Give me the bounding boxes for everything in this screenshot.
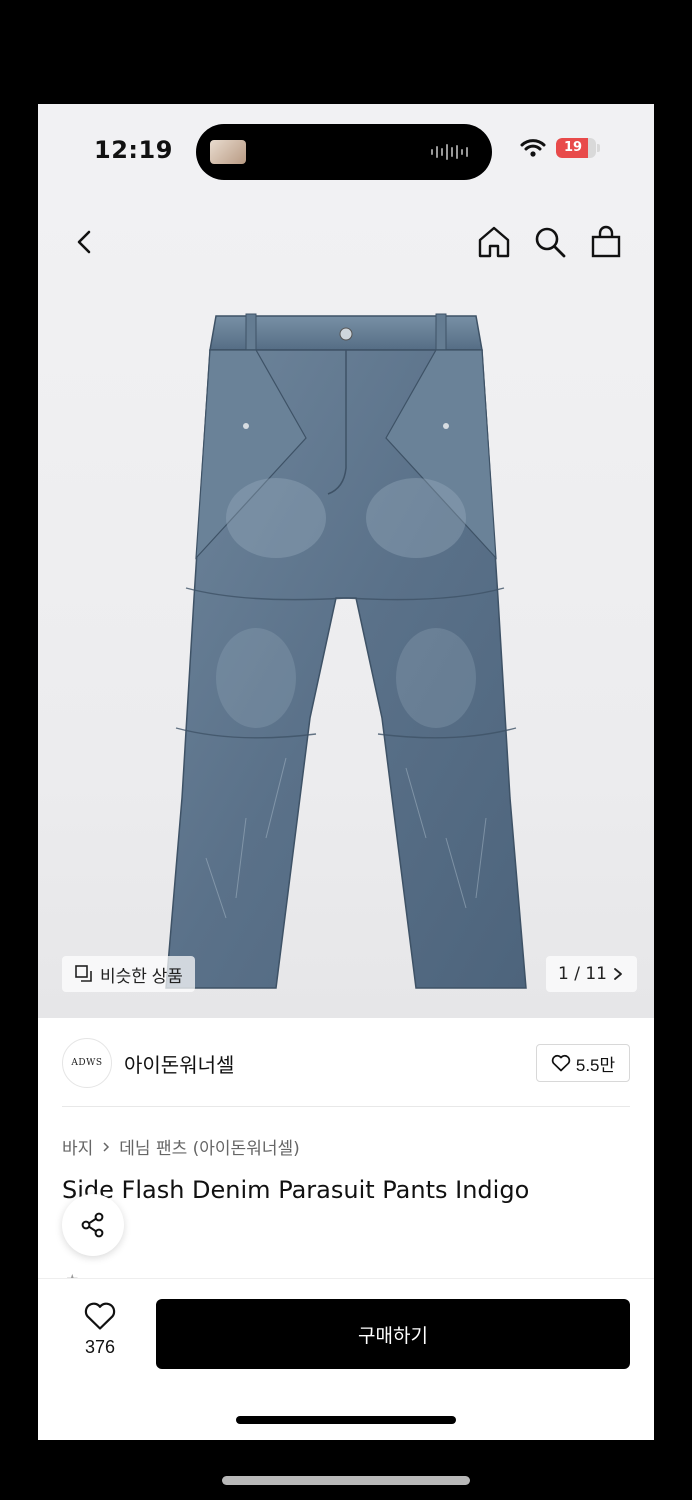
chevron-right-icon: [614, 968, 622, 980]
brand-favorite-button[interactable]: 5.5만: [536, 1044, 630, 1082]
audio-waveform-icon: [431, 144, 468, 160]
product-photo: [165, 313, 527, 989]
outer-home-indicator: [222, 1476, 470, 1485]
buy-button[interactable]: 구매하기: [156, 1299, 630, 1369]
brand-name[interactable]: 아이돈워너셀: [124, 1049, 234, 1078]
status-time: 12:19: [94, 136, 173, 164]
like-count: 376: [84, 1337, 116, 1357]
breadcrumb-category[interactable]: 바지: [62, 1134, 93, 1159]
search-button[interactable]: [530, 222, 570, 262]
chevron-left-icon: [77, 230, 91, 254]
divider: [62, 1106, 630, 1107]
copy-icon: [75, 965, 92, 982]
brand-logo[interactable]: ADWS: [62, 1038, 112, 1088]
heart-icon: [84, 1302, 116, 1330]
image-counter[interactable]: 1 / 11: [546, 956, 637, 992]
wifi-icon: [520, 139, 546, 157]
home-button[interactable]: [474, 222, 514, 262]
app-screen: 12:19 19 비슷한 상품 1 / 11 ADWS 아이돈워너셀 5.5만 …: [38, 104, 654, 1440]
similar-products-label: 비슷한 상품: [100, 966, 183, 986]
battery-cap: [597, 144, 600, 152]
cart-button[interactable]: [586, 222, 626, 262]
like-button[interactable]: 376: [68, 1301, 132, 1367]
product-title: Side Flash Denim Parasuit Pants Indigo: [62, 1176, 530, 1204]
battery-level: 19: [563, 140, 583, 155]
home-icon: [478, 226, 510, 258]
breadcrumb-subcategory[interactable]: 데님 팬츠 (아이돈워너셀): [119, 1134, 299, 1159]
share-button[interactable]: [62, 1194, 124, 1256]
battery-icon: 19: [556, 138, 596, 158]
similar-products-button[interactable]: 비슷한 상품: [62, 956, 195, 992]
image-counter-text: 1 / 11: [558, 964, 607, 984]
home-indicator[interactable]: [236, 1416, 456, 1424]
brand-logo-text: ADWS: [71, 1058, 103, 1068]
product-image-gallery[interactable]: 비슷한 상품 1 / 11: [38, 200, 654, 1018]
shopping-bag-icon: [591, 225, 621, 258]
chevron-right-icon: [103, 1141, 110, 1152]
brand-favorite-count: 5.5만: [575, 1055, 616, 1075]
dynamic-island[interactable]: [196, 124, 492, 180]
search-icon: [535, 227, 566, 258]
heart-icon: [551, 1054, 571, 1072]
now-playing-thumbnail: [210, 140, 246, 164]
brand-row: ADWS 아이돈워너셀 5.5만: [38, 1018, 654, 1106]
share-icon: [81, 1212, 104, 1238]
status-bar: 12:19 19: [38, 104, 654, 200]
back-button[interactable]: [66, 224, 102, 260]
breadcrumb: 바지 데님 팬츠 (아이돈워너셀): [62, 1134, 300, 1159]
